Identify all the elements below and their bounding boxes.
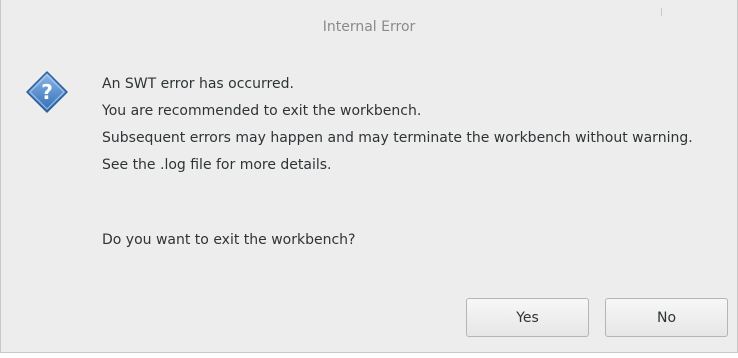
question-icon: ? [25,70,69,114]
message-line: An SWT error has occurred. [102,76,294,92]
dialog-titlebar[interactable]: Internal Error [1,0,737,56]
message-line: See the .log file for more details. [102,157,332,173]
exit-question: Do you want to exit the workbench? [102,232,356,248]
internal-error-dialog: Internal Error ? An SWT error has occurr… [0,0,738,353]
message-line: Subsequent errors may happen and may ter… [102,130,693,146]
titlebar-divider [661,8,662,16]
dialog-title: Internal Error [322,19,416,35]
svg-text:?: ? [41,80,53,104]
no-button[interactable]: No [605,298,728,337]
error-message: An SWT error has occurred. You are recom… [102,71,722,179]
message-line: You are recommended to exit the workbenc… [102,103,422,119]
yes-button[interactable]: Yes [466,298,589,337]
